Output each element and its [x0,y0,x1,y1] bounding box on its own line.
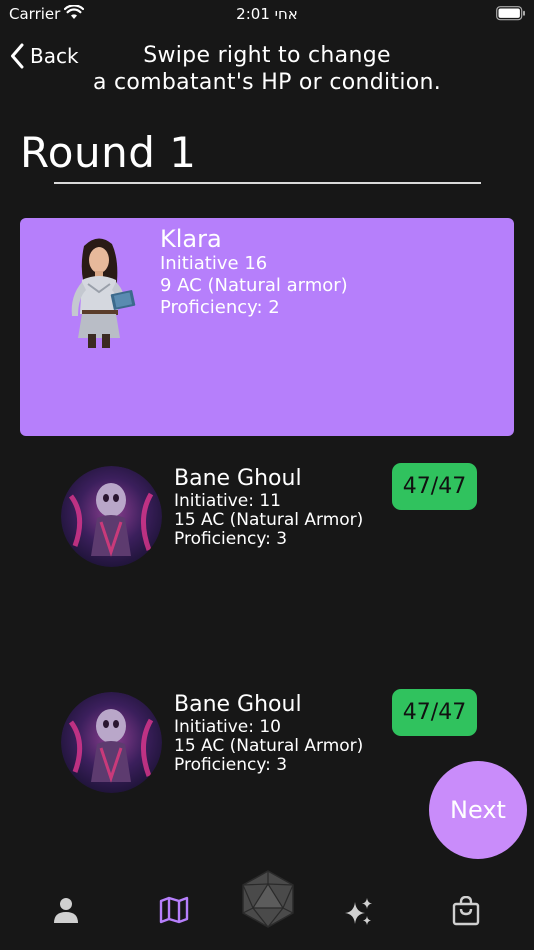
combatant-name: Klara [160,225,222,253]
combatant-row[interactable]: Bane Ghoul Initiative: 11 15 AC (Natural… [0,463,534,576]
hp-badge[interactable]: 47/47 [392,689,477,736]
active-combatant-card[interactable]: Klara Initiative 16 9 AC (Natural armor)… [20,218,514,436]
d20-dice-icon [242,870,294,928]
combatant-info: Bane Ghoul Initiative: 10 15 AC (Natural… [174,692,363,775]
bane-ghoul-avatar [61,466,162,567]
sparkles-icon [345,898,372,925]
combatant-initiative: Initiative: 10 [174,717,281,737]
chevron-left-icon [11,43,24,69]
status-time: 2:01 אחי [236,5,298,23]
tab-bar [0,870,534,950]
next-turn-button[interactable]: Next [429,761,527,859]
active-combatant-info: Klara Initiative 16 9 AC (Natural armor)… [160,226,348,319]
combatant-info: Bane Ghoul Initiative: 11 15 AC (Natural… [174,466,363,549]
tab-dice[interactable] [241,870,295,928]
combatant-initiative: Initiative 16 [160,253,268,274]
instructions-line-2: a combatant's HP or condition. [92,70,442,95]
combatant-name: Bane Ghoul [174,692,302,717]
shopping-bag-icon [452,895,480,926]
tab-profile[interactable] [52,896,80,928]
hp-badge[interactable]: 47/47 [392,463,477,510]
combatant-initiative: Initiative: 11 [174,491,281,511]
character-portrait [71,238,136,348]
combatant-armor-class: 9 AC (Natural armor) [160,275,348,296]
combatant-proficiency: Proficiency: 3 [174,755,288,775]
bane-ghoul-avatar [61,692,162,793]
tab-map[interactable] [159,896,189,928]
round-divider [54,182,481,184]
round-title: Round 1 [20,128,197,177]
battery-icon [496,6,526,25]
back-button[interactable]: Back [10,40,79,72]
combatant-armor-class: 15 AC (Natural Armor) [174,736,364,756]
person-icon [54,898,78,923]
map-icon [159,896,189,924]
instructions-line-1: Swipe right to change [143,43,391,68]
tab-shop[interactable] [452,895,480,930]
combatant-proficiency: Proficiency: 3 [174,529,288,549]
combatant-armor-class: 15 AC (Natural Armor) [174,510,364,530]
initiative-tracker-screen: Carrier 2:01 אחי Back Swipe right to cha… [0,0,534,950]
tab-spells[interactable] [343,896,375,932]
combatant-name: Bane Ghoul [174,466,302,491]
status-bar: Carrier 2:01 אחי [0,0,534,30]
combatant-proficiency: Proficiency: 2 [160,297,280,318]
swipe-instructions: Swipe right to change a combatant's HP o… [70,42,464,96]
